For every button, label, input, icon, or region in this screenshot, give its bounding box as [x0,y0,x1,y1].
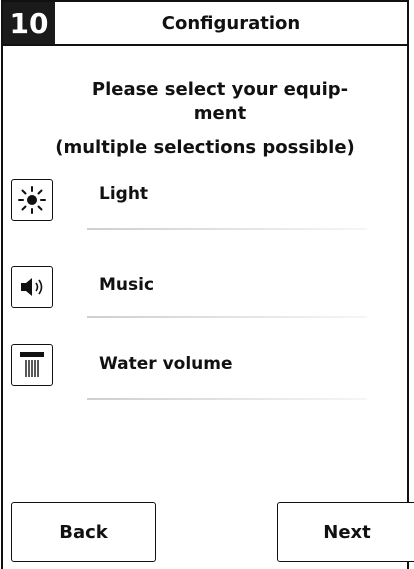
sun-icon [18,186,46,214]
next-button[interactable]: Next [277,502,414,562]
divider [87,316,367,318]
instruction-text-line1: Please select your equip- [91,79,349,100]
configuration-screen: 10 Configuration Please select your equi… [1,0,414,569]
shower-icon [20,352,44,377]
instruction-text-line3: (multiple selections possible) [55,137,355,158]
music-checkbox[interactable] [11,266,53,308]
equipment-option-light[interactable]: Light [3,174,407,246]
back-button[interactable]: Back [11,502,156,562]
equipment-option-music[interactable]: Music [3,256,407,328]
divider [87,228,367,230]
water-volume-checkbox[interactable] [11,344,53,386]
water-volume-label: Water volume [99,354,233,374]
instruction-text-line2: ment [193,103,247,124]
music-label: Music [99,275,155,295]
light-checkbox[interactable] [11,179,53,221]
equipment-option-water-volume[interactable]: Water volume [3,336,407,408]
page-title: Configuration [161,12,301,34]
divider [87,398,367,400]
header-bar: 10 Configuration [3,2,407,46]
speaker-icon [21,278,43,296]
light-label: Light [99,184,149,204]
step-number: 10 [3,2,55,44]
